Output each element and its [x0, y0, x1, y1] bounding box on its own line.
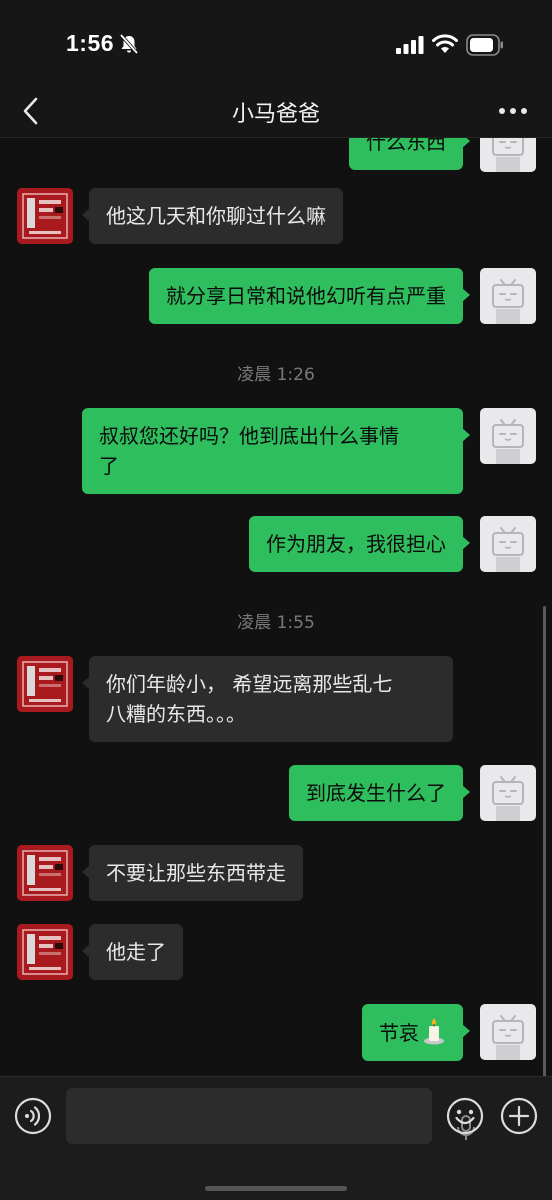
input-bar — [0, 1076, 552, 1200]
message-bubble-incoming[interactable]: 不要让那些东西带走 — [82, 845, 303, 901]
red-board-avatar-icon — [17, 924, 73, 980]
my-avatar[interactable] — [480, 138, 536, 172]
message-text: 就分享日常和说他幻听有点严重 — [166, 284, 446, 308]
message-bubble-outgoing[interactable]: 作为朋友，我很担心 — [249, 516, 470, 572]
message-bubble-outgoing[interactable]: 节哀 — [362, 1004, 470, 1061]
wifi-icon — [432, 34, 458, 53]
message-bubble-outgoing[interactable]: 到底发生什么了 — [289, 765, 470, 821]
message-text: 到底发生什么了 — [306, 781, 446, 805]
voice-icon[interactable] — [14, 1097, 52, 1135]
candle-emoji — [424, 1018, 444, 1045]
message-text: 叔叔您还好吗？他到底出什么事情 了 — [99, 424, 399, 478]
battery-icon — [466, 34, 503, 56]
red-board-avatar-icon — [17, 845, 73, 901]
message-list[interactable]: 什么东西 他这几天和你聊过什么嘛 就分享日常和说他幻听有点严重 凌晨 1:26 … — [0, 138, 552, 1076]
scrollbar[interactable] — [543, 606, 546, 1076]
my-avatar[interactable] — [480, 268, 536, 324]
my-avatar[interactable] — [480, 516, 536, 572]
timestamp: 凌晨 1:26 — [237, 365, 315, 385]
emoji-icon[interactable] — [446, 1097, 484, 1135]
timestamp: 凌晨 1:55 — [237, 613, 315, 633]
plus-icon[interactable] — [500, 1097, 538, 1135]
my-avatar[interactable] — [480, 765, 536, 821]
tv-face-avatar-icon — [492, 279, 524, 324]
my-avatar[interactable] — [480, 1004, 536, 1060]
tv-face-avatar-icon — [492, 527, 524, 572]
message-text: 他这几天和你聊过什么嘛 — [106, 204, 326, 228]
status-bar: 1:56 — [0, 0, 552, 90]
message-text: 节哀 — [379, 1021, 419, 1045]
red-board-avatar-icon — [17, 656, 73, 712]
status-time: 1:56 — [66, 30, 115, 56]
ellipsis-icon[interactable] — [494, 96, 532, 126]
tv-face-avatar-icon — [492, 419, 524, 464]
message-bubble-incoming[interactable]: 他这几天和你聊过什么嘛 — [82, 188, 343, 244]
tv-face-avatar-icon — [492, 1015, 524, 1060]
message-text: 不要让那些东西带走 — [106, 861, 286, 885]
message-text: 作为朋友，我很担心 — [266, 532, 446, 556]
message-bubble-outgoing[interactable]: 什么东西 — [349, 138, 470, 170]
message-text: 你们年龄小， 希望远离那些乱七 八糟的东西。。。 — [106, 672, 393, 726]
tv-face-avatar-icon — [492, 776, 524, 821]
message-bubble-outgoing[interactable]: 叔叔您还好吗？他到底出什么事情 了 — [82, 408, 470, 494]
home-indicator[interactable] — [205, 1186, 347, 1191]
chat-header: 小马爸爸 — [0, 88, 552, 138]
chat-title: 小马爸爸 — [231, 102, 320, 127]
contact-avatar[interactable] — [17, 924, 73, 980]
red-board-avatar-icon — [17, 188, 73, 244]
message-bubble-outgoing[interactable]: 就分享日常和说他幻听有点严重 — [149, 268, 470, 324]
my-avatar[interactable] — [480, 408, 536, 464]
contact-avatar[interactable] — [17, 845, 73, 901]
cellular-signal-icon — [396, 36, 424, 54]
message-bubble-incoming[interactable]: 你们年龄小， 希望远离那些乱七 八糟的东西。。。 — [82, 656, 453, 742]
tv-face-avatar-icon — [492, 138, 524, 172]
message-bubble-incoming[interactable]: 他走了 — [82, 924, 183, 980]
message-text: 他走了 — [106, 940, 166, 964]
message-input[interactable] — [66, 1088, 475, 1144]
message-text: 什么东西 — [366, 138, 446, 154]
contact-avatar[interactable] — [17, 188, 73, 244]
contact-avatar[interactable] — [17, 656, 73, 712]
bell-slash-icon — [119, 33, 139, 55]
